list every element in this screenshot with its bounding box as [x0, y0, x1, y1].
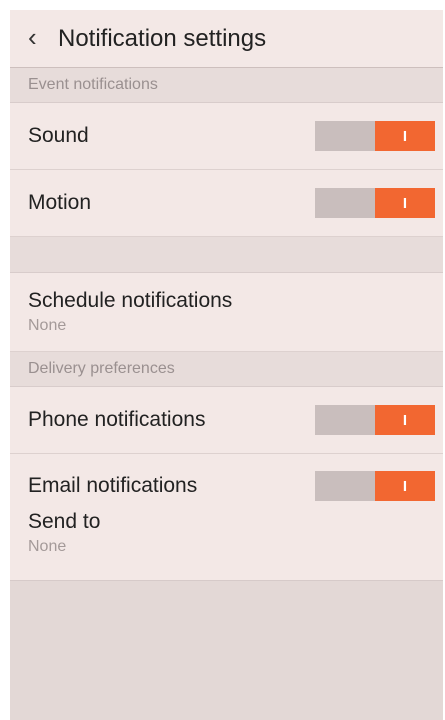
settings-screen: ‹ Notification settings Event notificati…: [10, 10, 443, 720]
send-to-label: Send to: [28, 510, 101, 533]
send-to-value: None: [28, 538, 67, 555]
top-bar: ‹ Notification settings: [10, 10, 443, 68]
sound-row: Sound I: [10, 103, 443, 170]
toggle-thumb-on: I: [375, 121, 435, 151]
toggle-track-off: [315, 188, 375, 218]
email-notifications-toggle[interactable]: I: [315, 471, 435, 501]
schedule-notifications-row[interactable]: Schedule notifications None: [10, 273, 443, 352]
sound-label: Sound: [28, 124, 89, 147]
toggle-thumb-on: I: [375, 471, 435, 501]
toggle-track-off: [315, 471, 375, 501]
phone-notifications-toggle[interactable]: I: [315, 405, 435, 435]
section-header-delivery: Delivery preferences: [10, 352, 443, 387]
motion-row: Motion I: [10, 170, 443, 237]
toggle-track-off: [315, 121, 375, 151]
toggle-thumb-on: I: [375, 188, 435, 218]
section-header-event: Event notifications: [10, 68, 443, 103]
email-notifications-label: Email notifications: [28, 474, 198, 497]
sound-toggle[interactable]: I: [315, 121, 435, 151]
toggle-track-off: [315, 405, 375, 435]
schedule-label: Schedule notifications: [28, 289, 233, 312]
send-to-row[interactable]: Send to None: [10, 510, 443, 556]
email-notifications-row: Email notifications I: [10, 454, 443, 518]
page-title: Notification settings: [58, 24, 267, 52]
section-divider: [10, 237, 443, 273]
toggle-thumb-on: I: [375, 405, 435, 435]
motion-label: Motion: [28, 191, 92, 214]
email-notifications-block: Email notifications I Send to None: [10, 454, 443, 581]
chevron-left-icon[interactable]: ‹: [28, 24, 54, 50]
motion-toggle[interactable]: I: [315, 188, 435, 218]
schedule-value: None: [28, 317, 67, 334]
phone-notifications-label: Phone notifications: [28, 408, 206, 431]
phone-notifications-row: Phone notifications I: [10, 387, 443, 454]
